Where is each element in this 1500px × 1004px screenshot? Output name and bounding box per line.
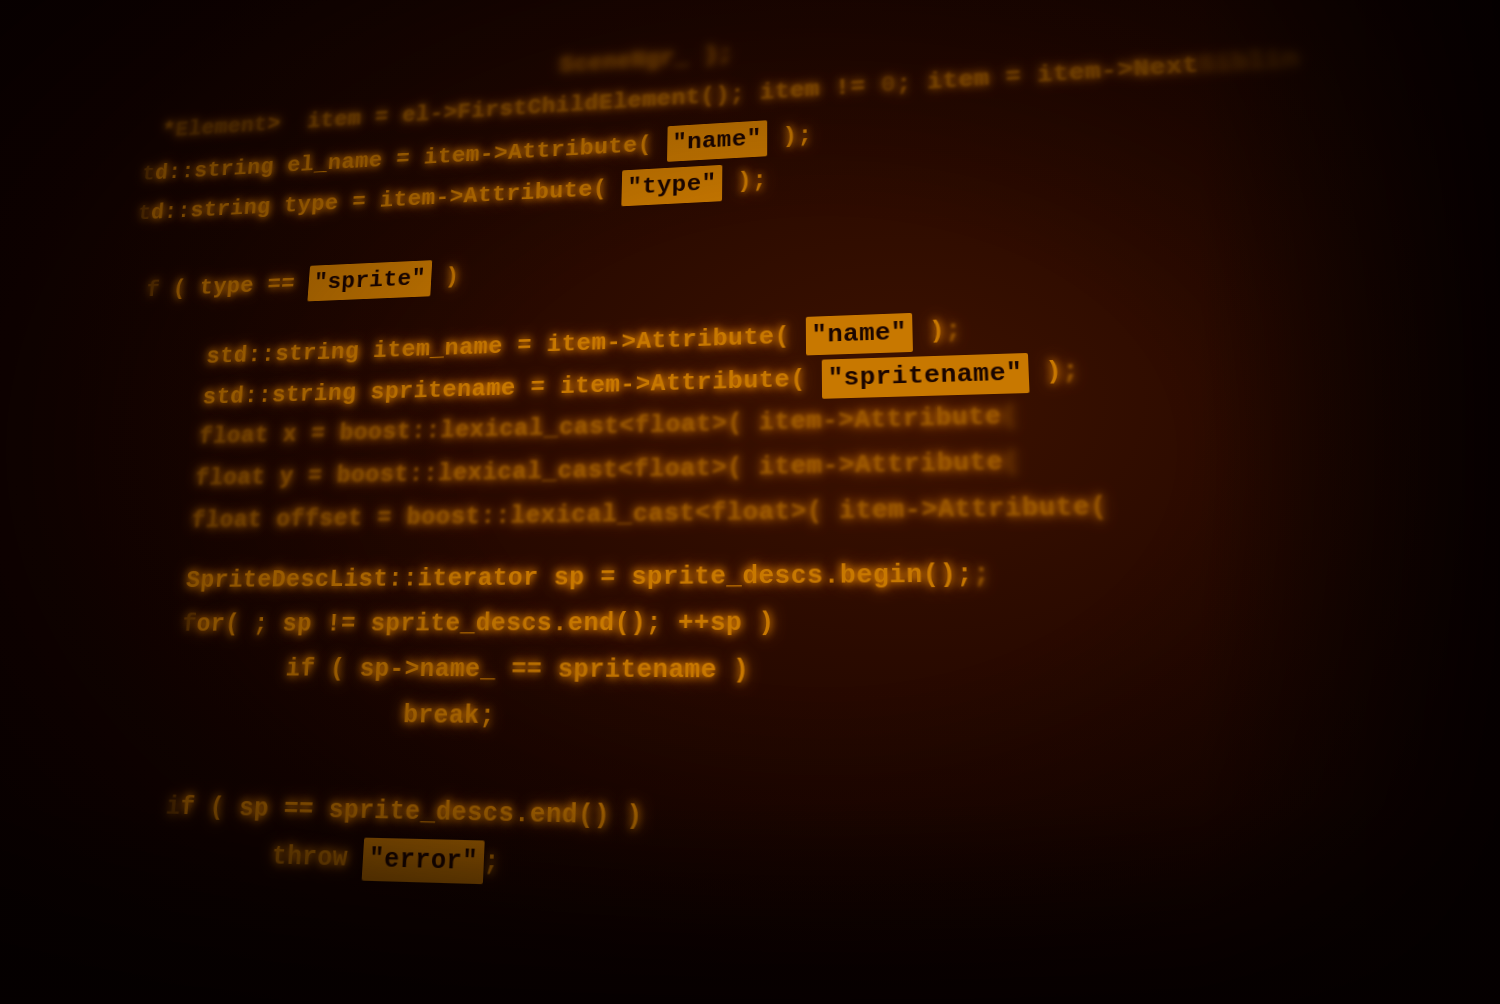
highlight-sprite: "sprite" (307, 260, 432, 301)
code-line-20: throw "error"; (178, 793, 503, 928)
highlight-error: "error" (362, 838, 485, 884)
code-container: SceneNgr_ ); *Element> item = el->FirstC… (0, 0, 1500, 1004)
screen: SceneNgr_ ); *Element> item = el->FirstC… (0, 0, 1500, 1004)
highlight-type: "type" (622, 165, 723, 206)
